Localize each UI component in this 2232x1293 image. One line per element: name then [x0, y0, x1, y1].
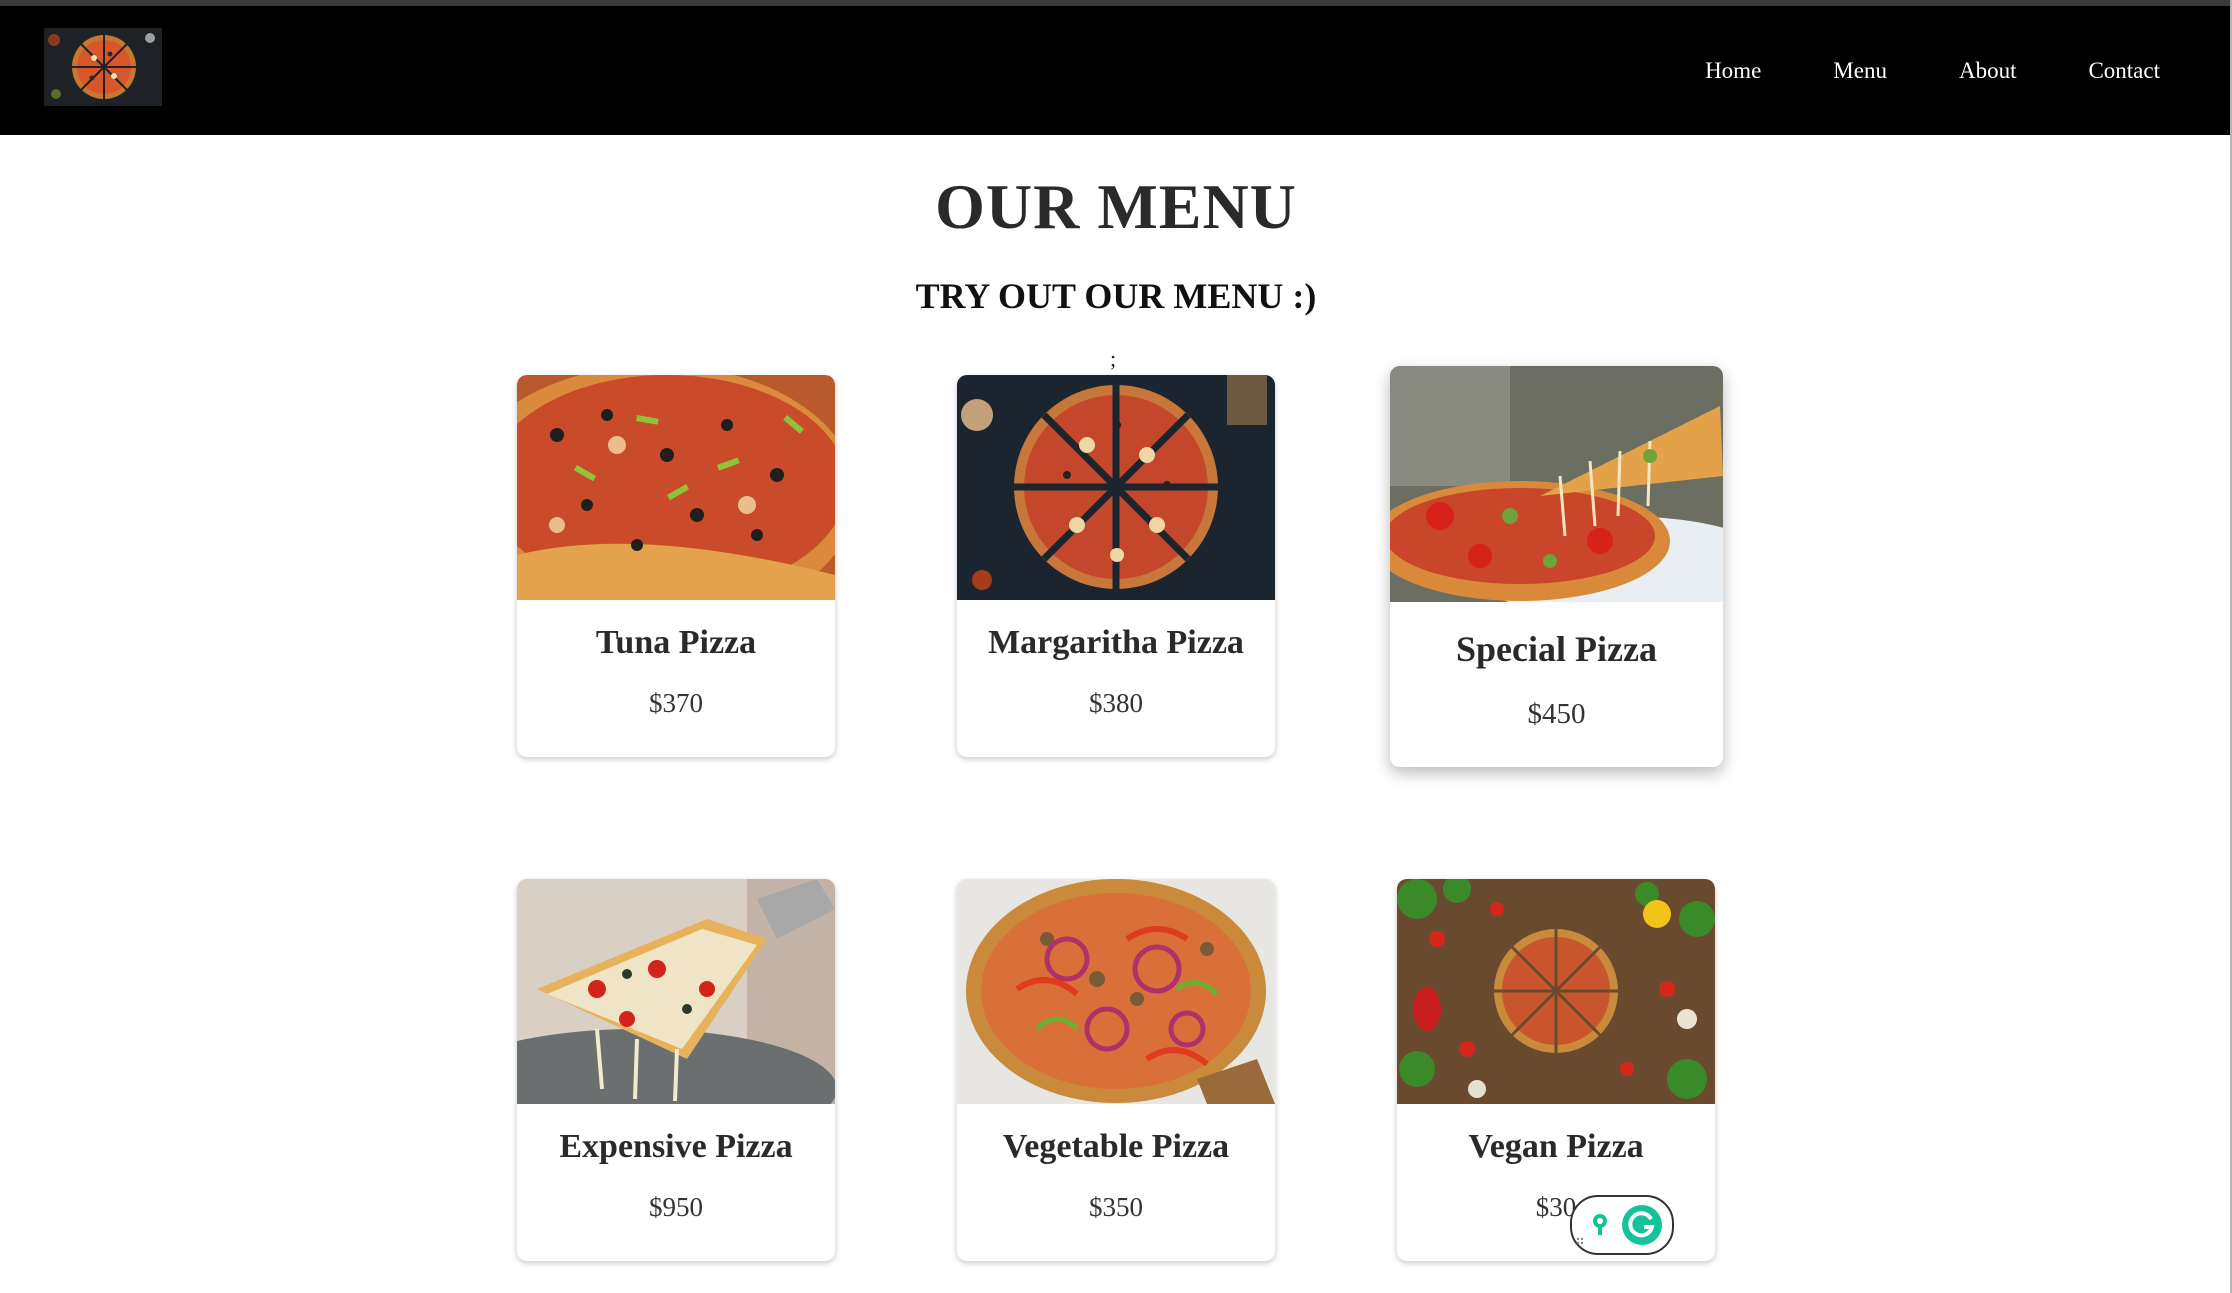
- navbar: Home Menu About Contact: [0, 6, 2232, 135]
- menu-card-expensive[interactable]: Expensive Pizza $950: [517, 879, 835, 1261]
- pizza-logo-image[interactable]: [44, 28, 162, 106]
- grammarly-icon[interactable]: [1570, 1195, 1674, 1255]
- nav-home-link[interactable]: Home: [1705, 58, 1761, 84]
- menu-item-name: Special Pizza: [1456, 629, 1657, 669]
- tuna-pizza-photo: [517, 375, 835, 600]
- stray-semicolon: ;: [1110, 346, 1117, 371]
- nav-contact-link[interactable]: Contact: [2088, 58, 2160, 84]
- menu-item-name: Vegan Pizza: [1468, 1128, 1644, 1165]
- menu-item-name: Tuna Pizza: [595, 624, 757, 661]
- menu-card-tuna[interactable]: Tuna Pizza $370: [517, 375, 835, 757]
- menu-item-name: Expensive Pizza: [559, 1128, 793, 1165]
- menu-card-margaritha[interactable]: Margaritha Pizza $380: [957, 375, 1275, 757]
- nav-menu-link[interactable]: Menu: [1833, 58, 1887, 84]
- menu-item-price: $450: [1527, 698, 1586, 730]
- nav-about-link[interactable]: About: [1959, 58, 2017, 84]
- vegetable-pizza-photo: [957, 879, 1275, 1104]
- special-pizza-photo: [1390, 366, 1723, 602]
- menu-item-price: $380: [1089, 688, 1143, 718]
- menu-item-price: $370: [649, 688, 703, 718]
- margaritha-pizza-photo: [957, 375, 1275, 600]
- page-subtitle: TRY OUT OUR MENU :): [915, 276, 1317, 316]
- expensive-pizza-photo: [517, 879, 835, 1104]
- menu-card-special[interactable]: Special Pizza $450: [1390, 366, 1723, 767]
- menu-item-price: $950: [649, 1192, 703, 1222]
- menu-item-name: Vegetable Pizza: [1002, 1128, 1230, 1165]
- nav-links: Home Menu About Contact: [1705, 6, 2160, 135]
- page-title: OUR MENU: [935, 171, 1297, 242]
- menu-item-name: Margaritha Pizza: [988, 624, 1244, 661]
- menu-item-price: $350: [1089, 1192, 1143, 1222]
- menu-card-vegetable[interactable]: Vegetable Pizza $350: [957, 879, 1275, 1261]
- vegan-pizza-photo: [1397, 879, 1715, 1104]
